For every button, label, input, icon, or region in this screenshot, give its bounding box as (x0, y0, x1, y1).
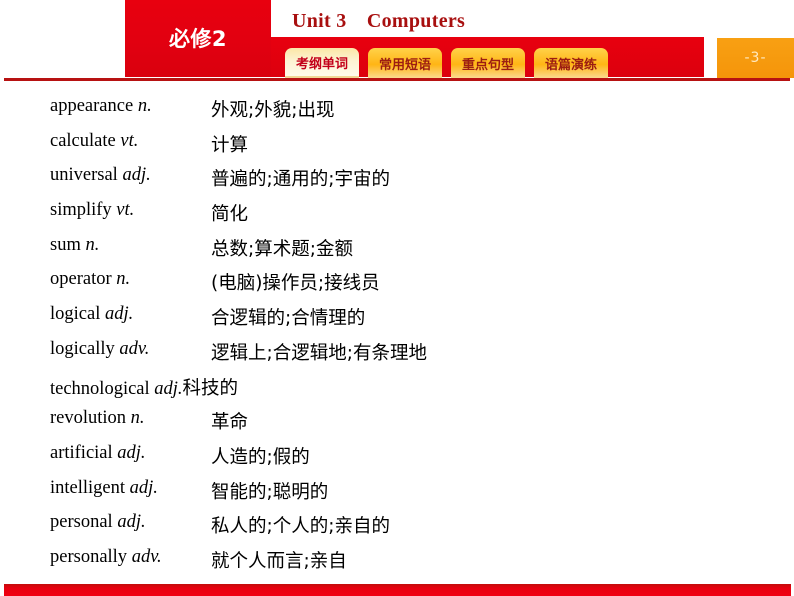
word-part-of-speech: n. (137, 96, 152, 116)
word-part-of-speech: adj. (117, 512, 146, 533)
word-headword: universal (50, 165, 123, 186)
word-definition: 科技的 (182, 377, 239, 399)
word-entry: technological adj.科技的 (0, 374, 794, 409)
word-part-of-speech: n. (85, 234, 100, 255)
word-headword: simplify (50, 200, 117, 221)
word-entry: logical adj. 合逻辑的;合情理的 (0, 304, 794, 339)
page-header: 必修2 Unit 3 Computers 考纲单词 常用短语 重点句型 语篇演练 -3… (0, 0, 794, 82)
word-headword: intelligent (50, 477, 130, 498)
word-headword: artificial (50, 442, 118, 463)
word-part-of-speech: adj. (129, 477, 158, 498)
word-part-of-speech: vt. (120, 130, 139, 151)
word-definition: 就个人而言;亲自 (211, 550, 347, 572)
page-title: Unit 3 Computers (292, 10, 466, 32)
word-part-of-speech: adj. (154, 378, 183, 399)
footer-bar (4, 584, 791, 596)
word-headword: revolution (50, 408, 131, 429)
word-term: revolution n. (50, 408, 145, 429)
word-term: technological adj.科技的 (50, 374, 238, 400)
word-term: intelligent adj. (50, 478, 158, 499)
word-part-of-speech: adj. (104, 304, 134, 325)
word-entry: sum n. 总数;算术题;金额 (0, 235, 794, 270)
word-entry: intelligent adj. 智能的;聪明的 (0, 478, 794, 513)
word-part-of-speech: n. (130, 408, 145, 429)
word-entry: operator n. (电脑)操作员;接线员 (0, 269, 794, 304)
word-term: logical adj. (50, 304, 133, 325)
word-part-of-speech: adv. (131, 546, 162, 567)
word-term: personally adv. (50, 547, 162, 568)
tab-4[interactable]: 语篇演练 (534, 48, 609, 78)
word-entry: simplify vt. 简化 (0, 200, 794, 235)
word-definition: 逻辑上;合逻辑地;有条理地 (211, 342, 427, 364)
word-part-of-speech: n. (116, 269, 131, 290)
word-headword: logically (50, 338, 120, 359)
word-term: artificial adj. (50, 443, 146, 464)
tab-3[interactable]: 重点句型 (451, 48, 526, 78)
word-headword: appearance (50, 96, 138, 116)
tab-bar: 考纲单词 常用短语 重点句型 语篇演练 (285, 44, 609, 78)
tab-1[interactable]: 考纲单词 (285, 48, 360, 78)
word-entry: logically adv. 逻辑上;合逻辑地;有条理地 (0, 339, 794, 374)
word-headword: operator (50, 269, 117, 290)
word-headword: personal (50, 512, 118, 533)
word-term: simplify vt. (50, 200, 134, 221)
word-term: logically adv. (50, 339, 149, 360)
word-part-of-speech: adv. (119, 338, 150, 359)
word-entry: appearance n. 外观;外貌;出现 (0, 96, 794, 131)
word-term: appearance n. (50, 96, 152, 117)
word-definition: 总数;算术题;金额 (211, 238, 353, 260)
page-number: -3- (717, 38, 794, 78)
word-entry: revolution n. 革命 (0, 408, 794, 443)
word-term: sum n. (50, 235, 99, 256)
word-term: personal adj. (50, 512, 146, 533)
word-definition: 合逻辑的;合情理的 (211, 308, 366, 330)
word-headword: calculate (50, 130, 121, 151)
word-definition: 普遍的;通用的;宇宙的 (211, 169, 390, 191)
word-definition: 简化 (211, 204, 249, 226)
word-part-of-speech: adj. (117, 442, 146, 463)
word-entry: personally adv. 就个人而言;亲自 (0, 547, 794, 582)
word-part-of-speech: vt. (116, 200, 135, 221)
word-headword: sum (50, 234, 86, 255)
word-part-of-speech: adj. (122, 165, 151, 186)
word-definition: (电脑)操作员;接线员 (211, 273, 380, 295)
tab-2[interactable]: 常用短语 (368, 48, 443, 78)
word-headword: technological (50, 378, 155, 399)
word-definition: 计算 (211, 134, 249, 156)
vocabulary-list: appearance n. 外观;外貌;出现 calculate vt. 计算 univ… (0, 96, 794, 582)
module-badge: 必修2 (168, 26, 228, 51)
word-definition: 私人的;个人的;亲自的 (211, 516, 390, 538)
word-definition: 人造的;假的 (211, 446, 310, 468)
word-definition: 外观;外貌;出现 (211, 100, 335, 121)
word-entry: artificial adj. 人造的;假的 (0, 443, 794, 478)
word-definition: 革命 (211, 412, 249, 434)
word-definition: 智能的;聪明的 (211, 481, 329, 503)
word-headword: personally (50, 546, 132, 567)
word-entry: universal adj. 普遍的;通用的;宇宙的 (0, 165, 794, 200)
word-term: calculate vt. (50, 131, 138, 152)
header-divider (4, 78, 790, 81)
word-entry: calculate vt. 计算 (0, 131, 794, 166)
word-entry: personal adj. 私人的;个人的;亲自的 (0, 512, 794, 547)
word-term: operator n. (50, 269, 130, 290)
word-headword: logical (50, 304, 105, 325)
word-term: universal adj. (50, 165, 151, 186)
